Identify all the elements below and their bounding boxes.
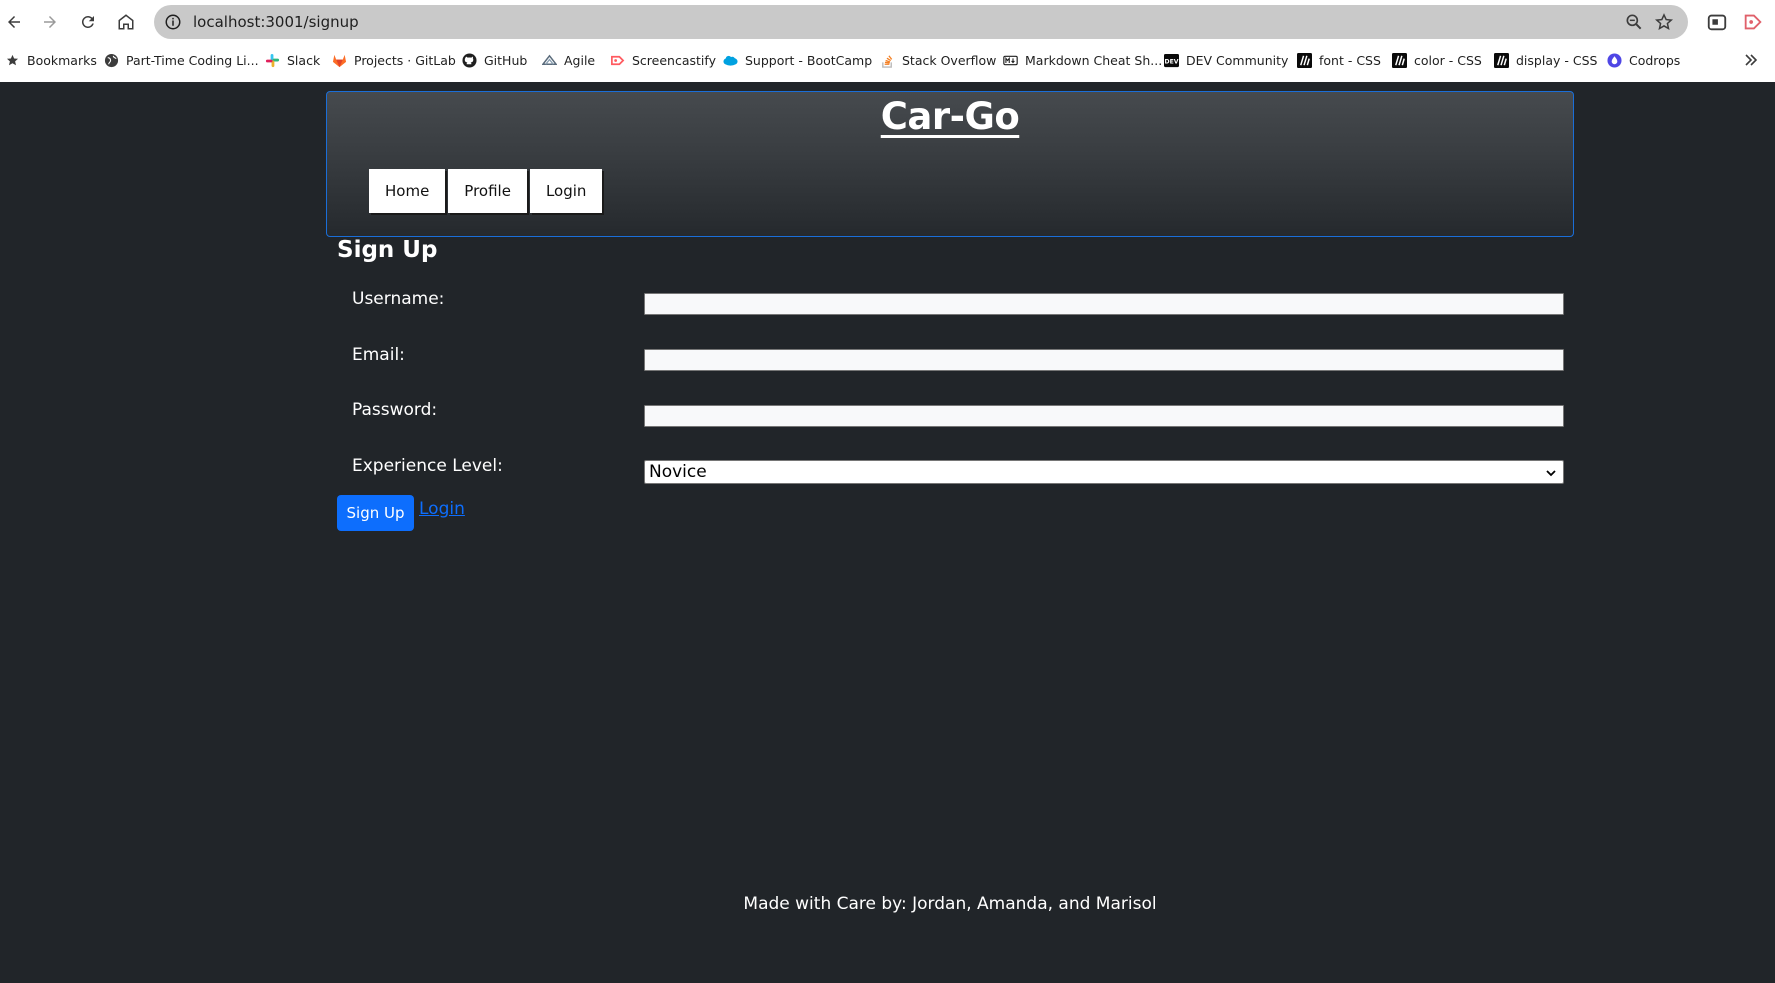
bookmark-item[interactable]: Stack Overflow (880, 49, 996, 71)
bookmark-item[interactable]: Codrops (1607, 49, 1680, 71)
email-label: Email: (352, 345, 405, 365)
bookmark-label: Bookmarks (27, 52, 97, 68)
sign-up-button[interactable]: Sign Up (337, 495, 414, 531)
globe-icon (104, 53, 119, 68)
site-header: Car-Go Home Profile Login (326, 91, 1574, 237)
codrops-icon (1607, 52, 1622, 68)
username-label: Username: (352, 289, 445, 309)
agile-icon (542, 53, 557, 68)
bookmark-label: font - CSS (1319, 52, 1381, 68)
github-icon (462, 52, 477, 68)
experience-select[interactable]: Novice (644, 460, 1564, 484)
mdn-icon (1494, 52, 1509, 68)
home-icon[interactable] (114, 10, 138, 34)
nav-home-button[interactable]: Home (369, 169, 446, 213)
bookmark-item[interactable]: color - CSS (1392, 49, 1482, 71)
extension-icon[interactable] (1706, 11, 1728, 33)
nav-login-button[interactable]: Login (529, 169, 603, 213)
bookmark-label: GitHub (484, 52, 528, 68)
bookmark-item[interactable]: display - CSS (1494, 49, 1597, 71)
nav-profile-button[interactable]: Profile (448, 169, 527, 213)
bookmark-item[interactable]: DEV DEV Community (1164, 49, 1288, 71)
bookmark-item[interactable]: GitHub (462, 49, 527, 71)
bookmark-label: Slack (287, 52, 321, 68)
experience-label: Experience Level: (352, 456, 503, 476)
bookmark-label: color - CSS (1414, 52, 1482, 68)
bookmarks-bar: Bookmarks Part-Time Coding Li... Slack P… (0, 49, 1775, 71)
forward-arrow-icon[interactable] (38, 10, 62, 34)
site-info-icon[interactable] (164, 13, 182, 31)
dev-icon: DEV (1164, 53, 1179, 68)
browser-toolbar: localhost:3001/signup (0, 0, 1775, 44)
password-label: Password: (352, 400, 438, 420)
page-content: Car-Go Home Profile Login Sign Up Userna… (0, 82, 1775, 983)
username-input[interactable] (644, 293, 1564, 315)
login-link[interactable]: Login (419, 499, 465, 519)
profile-extension-icon[interactable] (1742, 11, 1764, 33)
chevron-down-icon (1546, 470, 1556, 477)
bookmark-item[interactable]: Agile (542, 49, 595, 71)
bookmark-item[interactable]: Support - BootCamp (723, 49, 872, 71)
bookmark-item[interactable]: Projects · GitLab (332, 49, 456, 71)
bookmark-item[interactable]: Part-Time Coding Li... (104, 49, 259, 71)
mdn-icon (1392, 52, 1407, 68)
bookmark-label: DEV Community (1186, 52, 1289, 68)
bookmark-label: display - CSS (1516, 52, 1598, 68)
chevron-double-right-icon[interactable] (1743, 52, 1759, 68)
bookmark-item[interactable]: Bookmarks (5, 49, 97, 71)
password-input[interactable] (644, 405, 1564, 427)
site-title[interactable]: Car-Go (327, 95, 1573, 138)
experience-select-value: Novice (649, 462, 707, 482)
footer-text: Made with Care by: Jordan, Amanda, and M… (743, 894, 1157, 914)
bookmark-item[interactable]: Screencastify (610, 49, 716, 71)
slack-icon (265, 53, 280, 68)
mdn-icon (1297, 52, 1312, 68)
bookmark-label: Agile (564, 52, 596, 68)
bookmark-item[interactable]: Markdown Cheat Sh... (1003, 49, 1162, 71)
stackoverflow-icon (880, 53, 895, 68)
browser-chrome: localhost:3001/signup Bookmarks Part-Tim… (0, 0, 1775, 82)
star-icon (5, 53, 20, 68)
main-nav: Home Profile Login (369, 169, 603, 213)
email-input[interactable] (644, 349, 1564, 371)
screencastify-icon (610, 53, 625, 68)
salesforce-icon (723, 53, 738, 68)
bookmark-label: Part-Time Coding Li... (126, 52, 259, 68)
bookmark-item[interactable]: font - CSS (1297, 49, 1381, 71)
bookmark-item[interactable]: Slack (265, 49, 320, 71)
back-arrow-icon[interactable] (2, 10, 26, 34)
bookmark-label: Markdown Cheat Sh... (1025, 52, 1163, 68)
page-title: Sign Up (337, 237, 438, 263)
bookmark-label: Projects · GitLab (354, 52, 456, 68)
bookmark-label: Screencastify (632, 52, 716, 68)
markdown-icon (1003, 53, 1018, 68)
svg-text:DEV: DEV (1165, 58, 1179, 65)
reload-icon[interactable] (76, 10, 100, 34)
bookmark-label: Codrops (1629, 52, 1681, 68)
bookmark-star-icon[interactable] (1654, 12, 1674, 32)
gitlab-icon (332, 53, 347, 68)
zoom-icon[interactable] (1624, 12, 1644, 32)
url-text[interactable]: localhost:3001/signup (193, 13, 359, 31)
address-bar[interactable]: localhost:3001/signup (154, 5, 1688, 39)
bookmark-label: Support - BootCamp (745, 52, 873, 68)
bookmark-label: Stack Overflow (902, 52, 997, 68)
